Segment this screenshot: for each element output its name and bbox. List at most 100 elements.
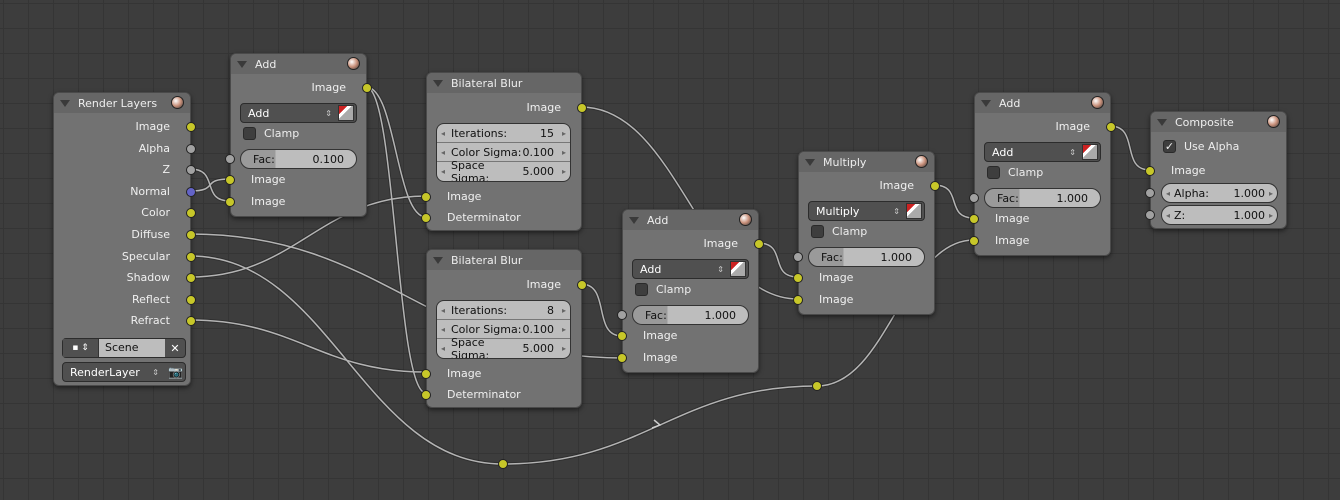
node-link[interactable]	[189, 319, 427, 373]
fac-socket[interactable]	[793, 252, 803, 262]
space-sigma-field[interactable]: Space Sigma: 5.000	[437, 336, 570, 359]
output-socket[interactable]	[186, 165, 196, 176]
close-icon[interactable]: ✕	[165, 342, 185, 355]
color-picker-icon[interactable]	[1082, 144, 1098, 160]
input-socket-image1[interactable]	[969, 214, 979, 224]
node-header[interactable]: Render Layers	[54, 93, 190, 113]
space-sigma-field[interactable]: Space Sigma: 5.000	[437, 159, 570, 182]
output-socket[interactable]	[754, 239, 764, 249]
collapse-icon[interactable]	[629, 216, 639, 224]
node-header[interactable]: Composite	[1151, 112, 1286, 132]
bilateral-blur-node[interactable]: Bilateral Blur Image Iterations: 15 Color…	[421, 72, 587, 231]
node-header[interactable]: Bilateral Blur	[427, 73, 581, 93]
z-field[interactable]: Z: 1.000	[1161, 205, 1278, 225]
input-socket-image2[interactable]	[793, 295, 803, 305]
add2-node[interactable]: Add Image Add ⇕ Clamp Fac: 1.000 Image Ima…	[617, 209, 764, 373]
input-socket-determinator[interactable]	[421, 213, 431, 223]
input-socket-image[interactable]	[421, 369, 431, 379]
color-picker-icon[interactable]	[906, 203, 922, 219]
output-socket[interactable]	[186, 294, 196, 305]
node-link[interactable]	[580, 283, 623, 337]
blend-mode-dropdown[interactable]: Add ⇕	[240, 103, 357, 123]
use-alpha-checkbox[interactable]: ✓ Use Alpha	[1163, 140, 1239, 153]
fac-field[interactable]: Fac: 1.000	[984, 188, 1101, 208]
preview-sphere-icon[interactable]	[1267, 115, 1280, 128]
node-header[interactable]: Bilateral Blur	[427, 250, 581, 270]
node-header[interactable]: Add	[231, 54, 366, 74]
output-socket[interactable]	[186, 186, 196, 197]
clamp-checkbox[interactable]: Clamp	[243, 127, 299, 140]
multiply-node[interactable]: Multiply Image Multiply ⇕ Clamp Fac: 1.000…	[793, 151, 940, 315]
bilateral-blur-node[interactable]: Bilateral Blur Image Iterations: 8 Color …	[421, 249, 587, 408]
add1-node[interactable]: Add Image Add ⇕ Clamp Fac: 0.100 Image Ima…	[225, 53, 372, 217]
node-link[interactable]	[1109, 125, 1151, 171]
output-socket[interactable]	[186, 208, 196, 219]
node-link[interactable]	[933, 184, 975, 219]
add3-node[interactable]: Add Image Add ⇕ Clamp Fac: 1.000 Image Ima…	[969, 92, 1116, 256]
camera-icon[interactable]: 📷	[168, 365, 183, 379]
collapse-icon[interactable]	[1157, 118, 1167, 126]
collapse-icon[interactable]	[433, 79, 443, 87]
render-layer-selector[interactable]: RenderLayer ⇕ 📷	[62, 362, 186, 382]
socket-image-in[interactable]	[1145, 166, 1155, 176]
node-link[interactable]	[365, 86, 427, 218]
node-link[interactable]	[189, 178, 231, 192]
output-socket[interactable]	[1106, 122, 1116, 132]
reroute-node[interactable]	[498, 459, 508, 469]
collapse-icon[interactable]	[805, 158, 815, 166]
fac-field[interactable]: Fac: 1.000	[632, 305, 749, 325]
alpha-field[interactable]: Alpha: 1.000	[1161, 183, 1278, 203]
preview-sphere-icon[interactable]	[171, 96, 184, 109]
fac-field[interactable]: Fac: 0.100	[240, 149, 357, 169]
iterations-field[interactable]: Iterations: 8	[437, 301, 570, 320]
input-socket-image2[interactable]	[617, 353, 627, 363]
input-socket-determinator[interactable]	[421, 390, 431, 400]
fac-field[interactable]: Fac: 1.000	[808, 247, 925, 267]
preview-sphere-icon[interactable]	[347, 57, 360, 70]
input-socket-image1[interactable]	[617, 331, 627, 341]
output-socket[interactable]	[186, 230, 196, 240]
socket-z-in[interactable]	[1145, 210, 1155, 220]
node-header[interactable]: Add	[975, 93, 1110, 113]
output-socket[interactable]	[577, 103, 587, 113]
blend-mode-dropdown[interactable]: Multiply ⇕	[808, 201, 925, 221]
blend-mode-dropdown[interactable]: Add ⇕	[984, 142, 1101, 162]
blend-mode-dropdown[interactable]: Add ⇕	[632, 259, 749, 279]
output-socket[interactable]	[186, 273, 196, 284]
input-socket-image2[interactable]	[225, 197, 235, 207]
node-link[interactable]	[757, 242, 799, 278]
collapse-icon[interactable]	[237, 60, 247, 68]
output-socket[interactable]	[577, 280, 587, 290]
socket-alpha-in[interactable]	[1145, 188, 1155, 198]
collapse-icon[interactable]	[60, 99, 70, 107]
clamp-checkbox[interactable]: Clamp	[987, 166, 1043, 179]
clamp-checkbox[interactable]: Clamp	[635, 283, 691, 296]
output-socket[interactable]	[186, 316, 196, 327]
preview-sphere-icon[interactable]	[915, 155, 928, 168]
fac-socket[interactable]	[969, 193, 979, 203]
clamp-checkbox[interactable]: Clamp	[811, 225, 867, 238]
fac-socket[interactable]	[225, 154, 235, 164]
output-socket[interactable]	[186, 251, 196, 262]
render-layers-node[interactable]: Render Layers Image Alpha Z Normal Color Diff…	[53, 92, 196, 386]
color-picker-icon[interactable]	[338, 105, 354, 121]
output-socket[interactable]	[186, 122, 196, 132]
input-socket-image1[interactable]	[793, 273, 803, 283]
output-socket[interactable]	[362, 83, 372, 93]
composite-node[interactable]: Composite ✓ Use Alpha Image Alpha: 1.000 Z…	[1145, 111, 1287, 229]
input-socket-image1[interactable]	[225, 175, 235, 185]
fac-socket[interactable]	[617, 310, 627, 320]
output-socket[interactable]	[930, 181, 940, 191]
color-picker-icon[interactable]	[730, 261, 746, 277]
input-socket-image2[interactable]	[969, 236, 979, 246]
node-header[interactable]: Multiply	[799, 152, 934, 172]
collapse-icon[interactable]	[433, 256, 443, 264]
collapse-icon[interactable]	[981, 99, 991, 107]
scene-selector[interactable]: ▪ ⇕ Scene ✕	[62, 338, 186, 358]
preview-sphere-icon[interactable]	[1091, 96, 1104, 109]
input-socket-image[interactable]	[421, 192, 431, 202]
preview-sphere-icon[interactable]	[739, 213, 752, 226]
iterations-field[interactable]: Iterations: 15	[437, 124, 570, 143]
reroute-node[interactable]	[812, 381, 822, 391]
node-link[interactable]	[189, 168, 231, 202]
